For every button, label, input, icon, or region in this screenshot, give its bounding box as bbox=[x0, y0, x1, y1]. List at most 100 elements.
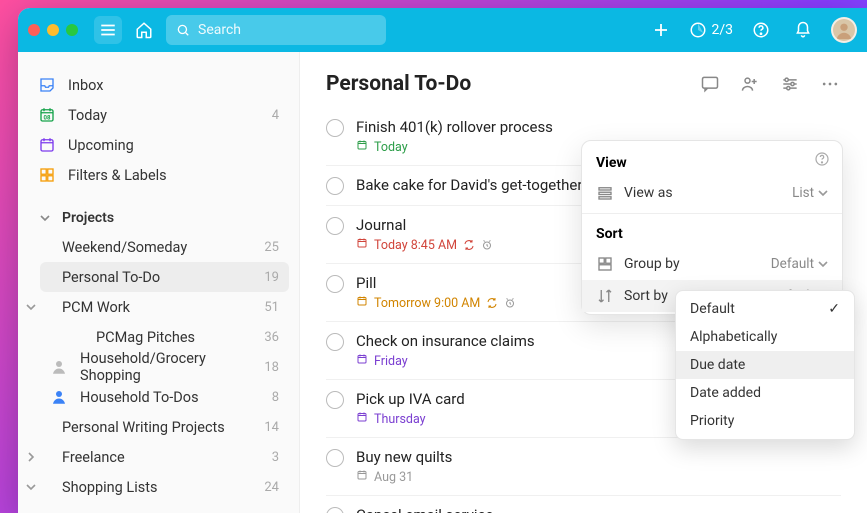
calendar-icon bbox=[356, 237, 368, 253]
task-checkbox[interactable] bbox=[326, 507, 344, 513]
sidebar-item-label: Upcoming bbox=[68, 137, 134, 154]
view-options-button[interactable] bbox=[779, 73, 801, 95]
sidebar-project[interactable]: Personal Writing Projects 14 bbox=[40, 412, 289, 442]
sidebar-project[interactable]: Personal To-Do19 bbox=[40, 262, 289, 292]
sidebar-item-label: Today bbox=[68, 107, 107, 124]
check-icon: ✓ bbox=[828, 301, 840, 317]
task-checkbox[interactable] bbox=[326, 391, 344, 409]
share-button[interactable] bbox=[739, 73, 761, 95]
task-checkbox[interactable] bbox=[326, 449, 344, 467]
sidebar-item-label: Freelance bbox=[62, 449, 125, 466]
profile-avatar[interactable] bbox=[831, 17, 857, 43]
maximize-window-button[interactable] bbox=[66, 24, 78, 36]
task-checkbox[interactable] bbox=[326, 119, 344, 137]
calendar-icon bbox=[356, 411, 368, 427]
menu-button[interactable] bbox=[94, 16, 122, 44]
sidebar-project[interactable]: Household/Grocery Shopping 18 bbox=[40, 352, 289, 382]
sidebar-item-count: 14 bbox=[264, 420, 279, 435]
sidebar-project[interactable]: Shopping Lists24 bbox=[40, 472, 289, 502]
calendar-icon bbox=[356, 139, 368, 155]
dropdown-option-label: Due date bbox=[690, 357, 745, 373]
list-icon bbox=[596, 184, 614, 202]
sidebar-project[interactable]: Household To-Dos 8 bbox=[40, 382, 289, 412]
sidebar-item-label: Inbox bbox=[68, 77, 103, 94]
sidebar-item-label: PCMag Pitches bbox=[96, 329, 195, 346]
sidebar-item-today[interactable]: 08 Today 4 bbox=[28, 100, 289, 130]
sort-icon bbox=[596, 287, 614, 305]
comments-button[interactable] bbox=[699, 73, 721, 95]
task-title: Cancel email service bbox=[356, 506, 841, 513]
task-checkbox[interactable] bbox=[326, 177, 344, 195]
help-button[interactable] bbox=[747, 16, 775, 44]
dropdown-option[interactable]: Alphabetically bbox=[676, 323, 854, 351]
dropdown-option[interactable]: Date added bbox=[676, 379, 854, 407]
home-button[interactable] bbox=[130, 16, 158, 44]
sidebar-item-filters-labels[interactable]: Filters & Labels bbox=[28, 160, 289, 190]
task-checkbox[interactable] bbox=[326, 333, 344, 351]
sidebar-project[interactable]: PCM Work51 bbox=[40, 292, 289, 322]
inbox-icon bbox=[38, 76, 56, 94]
dropdown-option[interactable]: Default✓ bbox=[676, 295, 854, 323]
group-by-value: Default bbox=[771, 256, 814, 272]
view-as-row[interactable]: View as List bbox=[582, 177, 842, 209]
titlebar: 2/3 bbox=[18, 8, 867, 52]
dropdown-option[interactable]: Due date bbox=[676, 351, 854, 379]
filters-labels-icon bbox=[38, 166, 56, 184]
sidebar-item-label: Weekend/Someday bbox=[62, 239, 187, 256]
task-row[interactable]: Buy new quiltsAug 31 bbox=[326, 438, 841, 496]
minimize-window-button[interactable] bbox=[47, 24, 59, 36]
chevron-down-icon bbox=[818, 259, 828, 269]
chevron-down-icon bbox=[818, 188, 828, 198]
sidebar-item-label: Household/Grocery Shopping bbox=[80, 350, 252, 384]
sidebar-project[interactable]: Freelance3 bbox=[40, 442, 289, 472]
sidebar-item-count: 4 bbox=[272, 108, 279, 123]
search-input[interactable] bbox=[198, 22, 376, 38]
popover-help-icon[interactable] bbox=[814, 151, 830, 167]
search-field[interactable] bbox=[166, 15, 386, 45]
projects-section-header[interactable]: Projects bbox=[28, 204, 289, 232]
close-window-button[interactable] bbox=[28, 24, 40, 36]
calendar-icon bbox=[356, 353, 368, 369]
task-due: Tomorrow 9:00 AM bbox=[374, 296, 480, 311]
window-controls bbox=[28, 24, 78, 36]
svg-text:08: 08 bbox=[44, 115, 51, 122]
notifications-button[interactable] bbox=[789, 16, 817, 44]
task-row[interactable]: Cancel email serviceAug 1 bbox=[326, 496, 841, 513]
sidebar-project[interactable]: Weekend/Someday25 bbox=[40, 232, 289, 262]
dropdown-option[interactable]: Priority bbox=[676, 407, 854, 435]
task-due: Today 8:45 AM bbox=[374, 238, 457, 253]
view-options-popover: View View as List Sort Group by Default … bbox=[581, 140, 843, 315]
sidebar-item-label: Personal To-Do bbox=[62, 269, 160, 286]
page-title: Personal To-Do bbox=[326, 72, 471, 96]
task-checkbox[interactable] bbox=[326, 217, 344, 235]
sidebar-item-label: Filters & Labels bbox=[68, 167, 167, 184]
chevron-down-icon[interactable] bbox=[22, 302, 40, 312]
sidebar-item-label: Personal Writing Projects bbox=[62, 419, 225, 436]
sort-by-label: Sort by bbox=[624, 288, 668, 304]
chevron-down-icon bbox=[38, 213, 52, 223]
search-icon bbox=[176, 23, 190, 37]
sidebar-item-count: 36 bbox=[264, 330, 279, 345]
sort-by-dropdown: Default✓ Alphabetically Due date Date added… bbox=[675, 290, 855, 440]
view-as-value: List bbox=[792, 185, 814, 201]
sidebar-item-upcoming[interactable]: Upcoming bbox=[28, 130, 289, 160]
sidebar-item-count: 8 bbox=[272, 390, 279, 405]
sidebar-item-label: PCM Work bbox=[62, 299, 130, 316]
dropdown-option-label: Priority bbox=[690, 413, 734, 429]
sidebar-project[interactable]: PCMag Pitches 36 bbox=[40, 322, 289, 352]
sidebar-item-inbox[interactable]: Inbox bbox=[28, 70, 289, 100]
group-by-label: Group by bbox=[624, 256, 680, 272]
more-button[interactable] bbox=[819, 73, 841, 95]
productivity-button[interactable]: 2/3 bbox=[689, 21, 733, 39]
app-window: 2/3 Inbox 08 Today 4 Upcoming Filters & Label… bbox=[18, 8, 867, 513]
task-checkbox[interactable] bbox=[326, 275, 344, 293]
group-by-row[interactable]: Group by Default bbox=[582, 248, 842, 280]
sidebar-item-label: Household To-Dos bbox=[80, 389, 199, 406]
chevron-down-icon[interactable] bbox=[22, 482, 40, 492]
dropdown-option-label: Alphabetically bbox=[690, 329, 777, 345]
task-due: Thursday bbox=[374, 412, 426, 427]
chevron-right-icon[interactable] bbox=[22, 452, 40, 462]
sidebar-item-count: 18 bbox=[264, 360, 279, 375]
add-task-button[interactable] bbox=[647, 16, 675, 44]
productivity-ratio: 2/3 bbox=[711, 22, 733, 38]
